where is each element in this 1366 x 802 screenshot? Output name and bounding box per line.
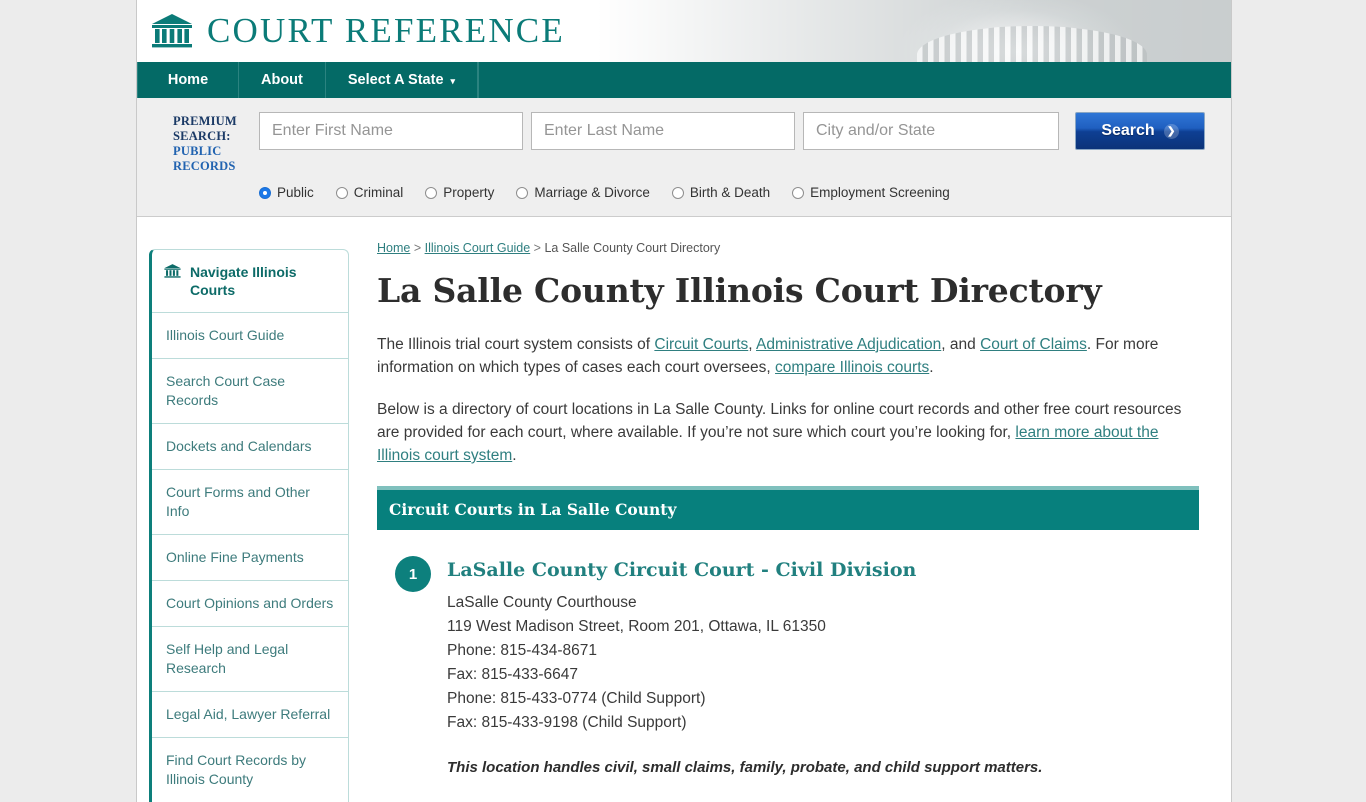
- sidebar-item-illinois-court-guide[interactable]: Illinois Court Guide: [152, 313, 348, 359]
- search-button-label: Search: [1101, 122, 1155, 139]
- search-button[interactable]: Search ❯: [1075, 112, 1205, 150]
- sidebar-header-label: Navigate Illinois Courts: [190, 264, 297, 298]
- radio-criminal[interactable]: Criminal: [335, 185, 404, 200]
- nav-item-about-label: About: [261, 72, 303, 88]
- court-address-line: 119 West Madison Street, Room 201, Ottaw…: [447, 618, 826, 635]
- sidebar-item-label: Dockets and Calendars: [166, 438, 312, 454]
- radio-marriage-divorce-dot[interactable]: [516, 186, 529, 199]
- main-column: Home > Illinois Court Guide > La Salle C…: [377, 241, 1201, 779]
- radio-birth-death-dot[interactable]: [671, 186, 684, 199]
- nav-item-home-label: Home: [167, 72, 209, 88]
- sidebar-item-dockets-and-calendars[interactable]: Dockets and Calendars: [152, 424, 348, 470]
- sidebar-item-label: Online Fine Payments: [166, 549, 304, 565]
- court-number-badge: 1: [395, 556, 431, 592]
- premium-search-label-bottom: PUBLIC RECORDS: [173, 144, 236, 173]
- radio-public-label: Public: [277, 185, 314, 200]
- sidebar-item-label: Find Court Records by Illinois County: [166, 752, 307, 787]
- paragraph-text: ,: [748, 336, 757, 353]
- link-circuit-courts[interactable]: Circuit Courts: [654, 336, 748, 353]
- court-note: This location handles civil, small claim…: [447, 759, 1043, 776]
- radio-property-dot[interactable]: [425, 186, 438, 199]
- nav-item-about[interactable]: About: [239, 62, 326, 98]
- site-logo[interactable]: COURT REFERENCE: [137, 0, 1231, 53]
- radio-employment-screening-label: Employment Screening: [810, 185, 950, 200]
- courthouse-icon: [151, 12, 193, 50]
- radio-public-dot[interactable]: [259, 186, 271, 199]
- search-fields-row: PREMIUM SEARCH: PUBLIC RECORDS Search ❯: [137, 112, 1231, 174]
- sidebar-navigation: Navigate Illinois Courts Illinois Court …: [149, 249, 349, 802]
- premium-search-label: PREMIUM SEARCH: PUBLIC RECORDS: [173, 112, 259, 174]
- court-phone-line: Phone: 815-434-8671: [447, 642, 597, 659]
- chevron-right-icon: ❯: [1163, 123, 1179, 139]
- intro-paragraph: The Illinois trial court system consists…: [377, 333, 1199, 379]
- main-navigation: Home About Select A State ▾: [137, 62, 1231, 98]
- radio-birth-death[interactable]: Birth & Death: [671, 185, 771, 200]
- link-compare-illinois-courts[interactable]: compare Illinois courts: [775, 359, 929, 376]
- page-container: COURT REFERENCE Home About Select A Stat…: [136, 0, 1232, 802]
- sidebar-item-find-court-records-by-illinois-county[interactable]: Find Court Records by Illinois County: [152, 738, 348, 802]
- first-name-input[interactable]: [259, 112, 523, 150]
- page-title: La Salle County Illinois Court Directory: [377, 271, 1102, 310]
- paragraph-text: .: [929, 359, 934, 376]
- radio-employment-screening-dot[interactable]: [792, 186, 805, 199]
- search-inputs: Search ❯: [259, 112, 1205, 150]
- last-name-input[interactable]: [531, 112, 795, 150]
- link-court-of-claims[interactable]: Court of Claims: [980, 336, 1087, 353]
- sidebar-item-court-forms-and-other-info[interactable]: Court Forms and Other Info: [152, 470, 348, 535]
- sidebar-item-self-help-and-legal-research[interactable]: Self Help and Legal Research: [152, 627, 348, 692]
- link-administrative-adjudication[interactable]: Administrative Adjudication: [756, 336, 941, 353]
- sidebar-item-legal-aid-lawyer-referral[interactable]: Legal Aid, Lawyer Referral: [152, 692, 348, 738]
- sidebar-item-label: Search Court Case Records: [166, 373, 286, 408]
- court-phone-child-support-line: Phone: 815-433-0774 (Child Support): [447, 690, 706, 707]
- record-type-radio-group: Public Criminal Property Marriage & Divo…: [137, 174, 1231, 200]
- sidebar-item-label: Court Opinions and Orders: [166, 595, 334, 611]
- radio-public[interactable]: Public: [259, 185, 314, 200]
- sidebar-item-search-court-case-records[interactable]: Search Court Case Records: [152, 359, 348, 424]
- radio-marriage-divorce-label: Marriage & Divorce: [534, 185, 650, 200]
- nav-item-select-a-state[interactable]: Select A State ▾: [326, 62, 479, 98]
- sidebar-item-court-opinions-and-orders[interactable]: Court Opinions and Orders: [152, 581, 348, 627]
- breadcrumb: Home > Illinois Court Guide > La Salle C…: [377, 241, 1199, 255]
- court-details: LaSalle County Circuit Court - Civil Div…: [447, 556, 1199, 779]
- chevron-down-icon: ▾: [450, 75, 456, 86]
- paragraph-text: , and: [941, 336, 981, 353]
- court-fax-line: Fax: 815-433-6647: [447, 666, 578, 683]
- sidebar-item-label: Court Forms and Other Info: [166, 484, 310, 519]
- radio-marriage-divorce[interactable]: Marriage & Divorce: [516, 185, 650, 200]
- site-title: COURT REFERENCE: [207, 11, 565, 50]
- sidebar-header: Navigate Illinois Courts: [152, 250, 348, 313]
- court-fax-child-support-line: Fax: 815-433-9198 (Child Support): [447, 714, 687, 731]
- breadcrumb-current: La Salle County Court Directory: [544, 241, 721, 255]
- radio-property[interactable]: Property: [425, 185, 494, 200]
- breadcrumb-separator: >: [530, 241, 545, 255]
- premium-search-label-top: PREMIUM SEARCH:: [173, 114, 237, 143]
- sidebar-item-label: Legal Aid, Lawyer Referral: [166, 706, 331, 722]
- court-name-link[interactable]: LaSalle County Circuit Court - Civil Div…: [447, 558, 1199, 582]
- paragraph-text: .: [512, 447, 517, 464]
- content-area: Navigate Illinois Courts Illinois Court …: [137, 217, 1231, 802]
- sidebar-item-label: Illinois Court Guide: [166, 327, 285, 343]
- sidebar-item-label: Self Help and Legal Research: [166, 641, 289, 676]
- section-banner-circuit-courts: Circuit Courts in La Salle County: [377, 486, 1199, 530]
- radio-birth-death-label: Birth & Death: [689, 185, 771, 200]
- radio-criminal-label: Criminal: [353, 185, 404, 200]
- breadcrumb-link-illinois-court-guide[interactable]: Illinois Court Guide: [425, 241, 531, 255]
- radio-criminal-dot[interactable]: [335, 186, 348, 199]
- courthouse-icon: [164, 263, 181, 284]
- directory-paragraph: Below is a directory of court locations …: [377, 398, 1199, 467]
- nav-item-select-a-state-label: Select A State: [347, 72, 444, 88]
- breadcrumb-separator: >: [410, 241, 425, 255]
- court-listing: 1 LaSalle County Circuit Court - Civil D…: [377, 530, 1199, 779]
- radio-employment-screening[interactable]: Employment Screening: [792, 185, 950, 200]
- premium-search-bar: PREMIUM SEARCH: PUBLIC RECORDS Search ❯ …: [137, 98, 1231, 217]
- breadcrumb-link-home[interactable]: Home: [377, 241, 410, 255]
- city-state-input[interactable]: [803, 112, 1059, 150]
- masthead: COURT REFERENCE: [137, 0, 1231, 62]
- nav-item-home[interactable]: Home: [137, 62, 239, 98]
- sidebar-item-online-fine-payments[interactable]: Online Fine Payments: [152, 535, 348, 581]
- nav-spacer: [478, 62, 480, 98]
- court-address-line: LaSalle County Courthouse: [447, 594, 637, 611]
- paragraph-text: The Illinois trial court system consists…: [377, 336, 655, 353]
- radio-property-label: Property: [443, 185, 495, 200]
